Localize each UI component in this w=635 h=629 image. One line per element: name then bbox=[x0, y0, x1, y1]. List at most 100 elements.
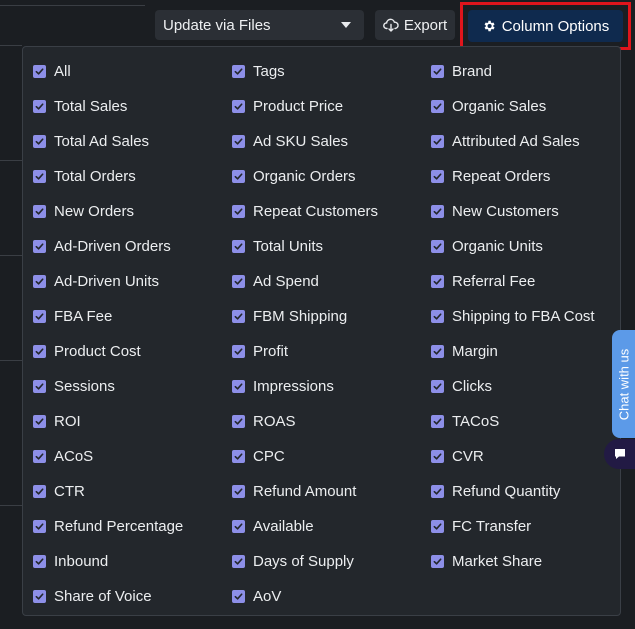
checkbox[interactable] bbox=[232, 309, 245, 323]
chat-launcher-button[interactable] bbox=[604, 439, 635, 469]
column-option[interactable]: Organic Sales bbox=[431, 95, 546, 117]
checkbox[interactable] bbox=[232, 204, 245, 218]
checkbox[interactable] bbox=[431, 519, 444, 533]
column-option[interactable]: Product Price bbox=[232, 95, 343, 117]
column-option[interactable]: TACoS bbox=[431, 410, 499, 432]
checkbox[interactable] bbox=[431, 64, 444, 78]
column-option[interactable]: Attributed Ad Sales bbox=[431, 130, 580, 152]
checkbox[interactable] bbox=[33, 64, 46, 78]
column-option[interactable]: Referral Fee bbox=[431, 270, 535, 292]
export-button[interactable]: Export bbox=[375, 10, 455, 40]
checkbox[interactable] bbox=[431, 169, 444, 183]
column-option[interactable]: New Orders bbox=[33, 200, 134, 222]
checkbox[interactable] bbox=[431, 414, 444, 428]
checkbox[interactable] bbox=[33, 554, 46, 568]
checkbox[interactable] bbox=[33, 239, 46, 253]
column-option[interactable]: CPC bbox=[232, 445, 285, 467]
column-option[interactable]: Margin bbox=[431, 340, 498, 362]
checkbox[interactable] bbox=[232, 589, 245, 603]
column-option[interactable]: Repeat Customers bbox=[232, 200, 378, 222]
checkbox[interactable] bbox=[232, 134, 245, 148]
checkbox[interactable] bbox=[431, 449, 444, 463]
checkbox[interactable] bbox=[232, 414, 245, 428]
checkbox[interactable] bbox=[431, 134, 444, 148]
checkbox[interactable] bbox=[431, 239, 444, 253]
column-option[interactable]: Ad-Driven Orders bbox=[33, 235, 171, 257]
checkbox[interactable] bbox=[232, 274, 245, 288]
column-option[interactable]: FC Transfer bbox=[431, 515, 531, 537]
checkbox[interactable] bbox=[232, 64, 245, 78]
checkbox[interactable] bbox=[232, 379, 245, 393]
column-option[interactable]: Refund Amount bbox=[232, 480, 356, 502]
column-option[interactable]: CTR bbox=[33, 480, 85, 502]
checkbox[interactable] bbox=[33, 589, 46, 603]
column-option[interactable]: Inbound bbox=[33, 550, 108, 572]
checkbox[interactable] bbox=[33, 309, 46, 323]
column-option[interactable]: Days of Supply bbox=[232, 550, 354, 572]
checkbox[interactable] bbox=[232, 519, 245, 533]
column-option[interactable]: Repeat Orders bbox=[431, 165, 550, 187]
checkbox[interactable] bbox=[33, 414, 46, 428]
checkbox[interactable] bbox=[431, 344, 444, 358]
checkbox[interactable] bbox=[232, 484, 245, 498]
column-option[interactable]: Refund Percentage bbox=[33, 515, 183, 537]
chat-with-us-tab[interactable]: Chat with us bbox=[612, 330, 635, 438]
checkbox[interactable] bbox=[431, 204, 444, 218]
checkbox[interactable] bbox=[232, 239, 245, 253]
column-option[interactable]: Ad-Driven Units bbox=[33, 270, 159, 292]
column-option[interactable]: ROI bbox=[33, 410, 81, 432]
checkbox[interactable] bbox=[33, 134, 46, 148]
column-option[interactable]: Brand bbox=[431, 60, 492, 82]
column-option[interactable]: Total Orders bbox=[33, 165, 136, 187]
column-option[interactable]: Sessions bbox=[33, 375, 115, 397]
checkbox[interactable] bbox=[232, 449, 245, 463]
column-option[interactable]: Profit bbox=[232, 340, 288, 362]
column-option[interactable]: New Customers bbox=[431, 200, 559, 222]
checkbox[interactable] bbox=[33, 204, 46, 218]
checkbox[interactable] bbox=[33, 344, 46, 358]
column-option[interactable]: Ad SKU Sales bbox=[232, 130, 348, 152]
checkbox[interactable] bbox=[431, 274, 444, 288]
checkmark-icon bbox=[35, 277, 44, 285]
checkbox[interactable] bbox=[431, 309, 444, 323]
column-option[interactable]: Total Ad Sales bbox=[33, 130, 149, 152]
column-option[interactable]: Organic Orders bbox=[232, 165, 356, 187]
checkbox[interactable] bbox=[431, 99, 444, 113]
column-option[interactable]: Available bbox=[232, 515, 314, 537]
checkbox[interactable] bbox=[33, 449, 46, 463]
column-option[interactable]: Tags bbox=[232, 60, 285, 82]
column-option[interactable]: FBM Shipping bbox=[232, 305, 347, 327]
checkbox[interactable] bbox=[232, 344, 245, 358]
column-option[interactable]: ROAS bbox=[232, 410, 296, 432]
column-option[interactable]: Refund Quantity bbox=[431, 480, 560, 502]
checkbox[interactable] bbox=[33, 484, 46, 498]
column-option[interactable]: AoV bbox=[232, 585, 281, 607]
checkbox[interactable] bbox=[33, 169, 46, 183]
column-option[interactable]: Clicks bbox=[431, 375, 492, 397]
column-option[interactable]: Total Sales bbox=[33, 95, 127, 117]
column-option[interactable]: Product Cost bbox=[33, 340, 141, 362]
column-option[interactable]: Organic Units bbox=[431, 235, 543, 257]
column-option[interactable]: ACoS bbox=[33, 445, 93, 467]
checkbox[interactable] bbox=[232, 554, 245, 568]
checkbox[interactable] bbox=[33, 519, 46, 533]
checkbox[interactable] bbox=[33, 379, 46, 393]
update-via-files-select[interactable]: Update via Files bbox=[155, 10, 364, 40]
checkbox[interactable] bbox=[431, 554, 444, 568]
column-option[interactable]: CVR bbox=[431, 445, 484, 467]
column-option[interactable]: Shipping to FBA Cost bbox=[431, 305, 595, 327]
column-option[interactable]: Impressions bbox=[232, 375, 334, 397]
checkbox[interactable] bbox=[33, 99, 46, 113]
column-option[interactable]: Ad Spend bbox=[232, 270, 319, 292]
column-option[interactable]: Market Share bbox=[431, 550, 542, 572]
checkbox[interactable] bbox=[431, 484, 444, 498]
column-option[interactable]: Total Units bbox=[232, 235, 323, 257]
checkbox[interactable] bbox=[232, 169, 245, 183]
column-option[interactable]: All bbox=[33, 60, 71, 82]
column-option[interactable]: Share of Voice bbox=[33, 585, 152, 607]
column-option[interactable]: FBA Fee bbox=[33, 305, 112, 327]
column-options-button[interactable]: Column Options bbox=[468, 10, 623, 42]
checkbox[interactable] bbox=[232, 99, 245, 113]
checkbox[interactable] bbox=[431, 379, 444, 393]
checkbox[interactable] bbox=[33, 274, 46, 288]
